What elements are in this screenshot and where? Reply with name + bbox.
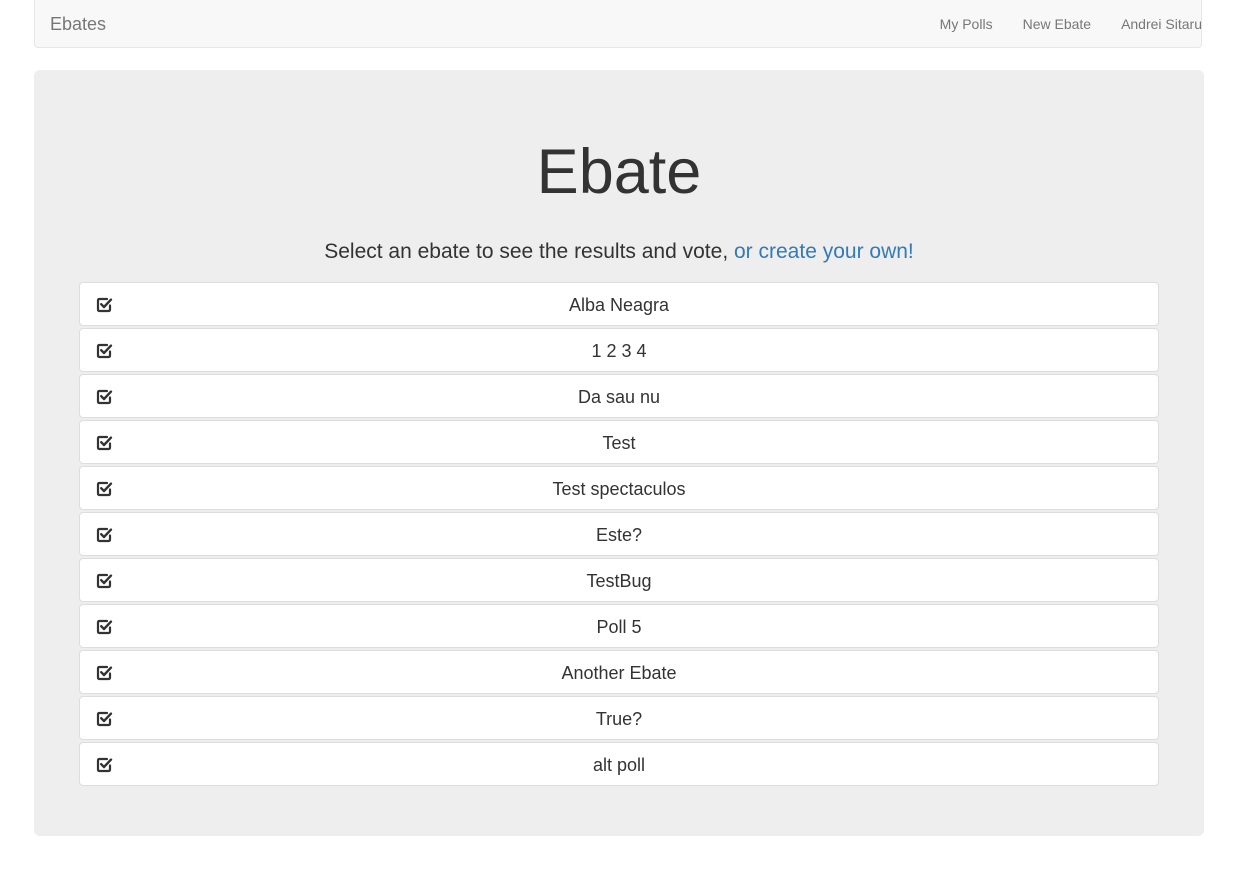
poll-title: 1 2 3 4 (591, 341, 647, 361)
nav-user-account[interactable]: Andrei Sitaru (1106, 14, 1202, 34)
poll-item[interactable]: alt poll (79, 742, 1159, 786)
page-subtitle: Select an ebate to see the results and v… (34, 238, 1204, 266)
poll-title: TestBug (586, 571, 652, 591)
poll-title: Another Ebate (561, 663, 677, 683)
brand-link[interactable]: Ebates (50, 14, 106, 34)
poll-item[interactable]: Este? (79, 512, 1159, 556)
subtitle-text: Select an ebate to see the results and v… (324, 240, 734, 263)
poll-item[interactable]: Poll 5 (79, 604, 1159, 648)
poll-title: Test spectaculos (552, 479, 686, 499)
poll-item[interactable]: Another Ebate (79, 650, 1159, 694)
poll-title: Da sau nu (577, 387, 661, 407)
nav-links: My Polls New Ebate Andrei Sitaru (925, 0, 1202, 48)
poll-item[interactable]: True? (79, 696, 1159, 740)
poll-title: Test (602, 433, 636, 453)
poll-item[interactable]: Da sau nu (79, 374, 1159, 418)
poll-item[interactable]: 1 2 3 4 (79, 328, 1159, 372)
poll-item[interactable]: Test spectaculos (79, 466, 1159, 510)
create-poll-link[interactable]: or create your own! (734, 240, 914, 263)
poll-list: Alba Neagra 1 2 3 4 Da sau nu Test Test … (79, 282, 1159, 788)
nav-new-ebate[interactable]: New Ebate (1008, 14, 1106, 34)
poll-item[interactable]: Test (79, 420, 1159, 464)
page-title: Ebate (536, 137, 702, 207)
nav-my-polls[interactable]: My Polls (925, 14, 1008, 34)
poll-item[interactable]: TestBug (79, 558, 1159, 602)
poll-title: Alba Neagra (568, 295, 670, 315)
poll-item[interactable]: Alba Neagra (79, 282, 1159, 326)
navbar: Ebates My Polls New Ebate Andrei Sitaru (34, 0, 1202, 48)
poll-title: Poll 5 (596, 617, 642, 637)
jumbotron: Ebate Select an ebate to see the results… (34, 70, 1204, 836)
poll-title: Este? (595, 525, 643, 545)
poll-title: alt poll (592, 755, 646, 775)
poll-title: True? (595, 709, 643, 729)
